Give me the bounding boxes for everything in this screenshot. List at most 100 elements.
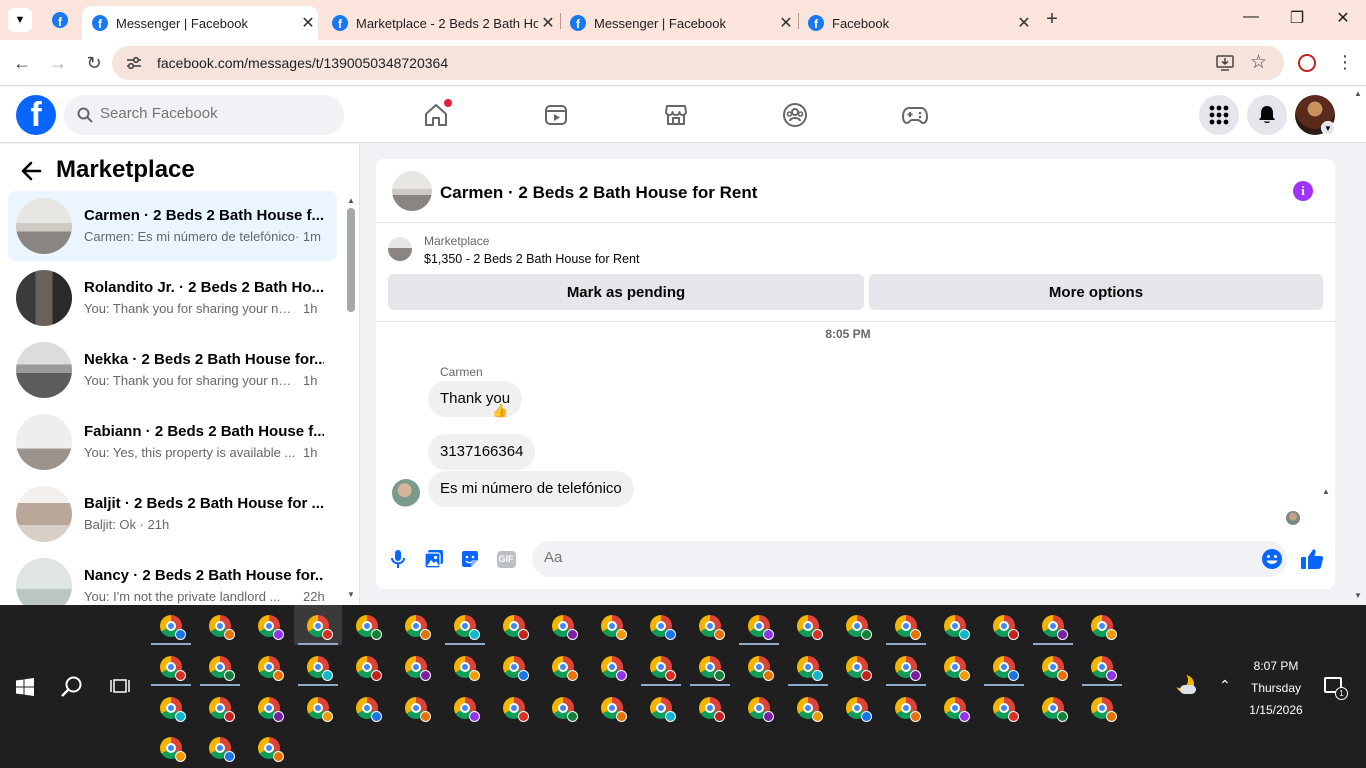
message-bubble[interactable]: 3137166364 [428,434,536,470]
chrome-profile-icon[interactable] [846,615,872,640]
listing-thumbnail[interactable] [388,237,412,261]
tab-messenger-1[interactable]: f Messenger | Facebook ✕ [82,6,318,40]
message-input-box[interactable] [532,541,1287,577]
scroll-up-arrow-icon[interactable]: ▲ [1354,89,1362,98]
conversation-item[interactable]: Rolandito Jr. · 2 Beds 2 Bath Ho... You:… [8,263,337,333]
chrome-profile-icon[interactable] [258,697,284,722]
forward-button[interactable]: → [46,51,70,75]
chrome-profile-icon[interactable] [748,697,774,722]
mark-as-pending-button[interactable]: Mark as pending [388,274,864,310]
nav-groups[interactable] [775,97,815,133]
scroll-up-arrow-icon[interactable]: ▲ [347,196,355,205]
message-bubble[interactable]: Es mi número de telefónico [428,471,634,507]
task-view-icon[interactable] [110,677,130,695]
facebook-logo[interactable]: f [16,95,56,135]
chrome-profile-icon[interactable] [1091,656,1117,681]
chrome-profile-icon[interactable] [258,656,284,681]
chrome-profile-icon[interactable] [307,697,333,722]
listing-title[interactable]: $1,350 - 2 Beds 2 Bath House for Rent [424,252,639,266]
bookmark-star-icon[interactable]: ☆ [1250,51,1267,74]
chrome-profile-icon[interactable] [454,615,480,640]
chrome-profile-icon[interactable] [846,656,872,681]
nav-gaming[interactable] [895,97,935,133]
omnibox[interactable]: facebook.com/messages/t/1390050348720364… [112,46,1284,80]
chrome-profile-icon[interactable] [601,615,627,640]
close-tab-icon[interactable]: ✕ [298,13,318,33]
chrome-profile-icon[interactable] [160,615,186,640]
profile-icon[interactable] [1298,54,1316,72]
conversation-item[interactable]: Nancy · 2 Beds 2 Bath House for... You: … [8,551,337,605]
chrome-profile-icon[interactable] [944,656,970,681]
chrome-profile-icon[interactable] [993,656,1019,681]
nav-home[interactable] [416,97,456,133]
chrome-profile-icon[interactable] [895,615,921,640]
chrome-profile-icon[interactable] [993,615,1019,640]
scrollbar-thumb[interactable] [347,208,355,312]
account-chevron-icon[interactable]: ▼ [1321,121,1335,135]
tab-facebook[interactable]: f Facebook ✕ [798,6,1034,40]
chrome-profile-icon[interactable] [258,737,284,762]
chrome-profile-icon[interactable] [895,656,921,681]
chrome-profile-icon[interactable] [356,615,382,640]
taskbar-clock[interactable]: 8:07 PM Thursday 1/15/2026 [1238,655,1314,721]
conversation-list-scrollbar[interactable]: ▲ ▼ [346,196,356,599]
chrome-profile-icon[interactable] [454,656,480,681]
windows-start-icon[interactable] [16,678,34,696]
conversation-item[interactable]: Baljit · 2 Beds 2 Bath House for ... Bal… [8,479,337,549]
page-scrollbar[interactable]: ▲ ▼ [1352,87,1366,605]
chrome-profile-icon[interactable] [699,615,725,640]
scroll-up-arrow-icon[interactable]: ▲ [1322,487,1330,496]
chrome-profile-icon[interactable] [209,656,235,681]
chrome-profile-icon[interactable] [503,656,529,681]
voice-clip-button[interactable] [386,547,410,571]
chrome-profile-icon[interactable] [356,697,382,722]
chrome-profile-icon[interactable] [405,615,431,640]
close-window-button[interactable]: ✕ [1328,8,1358,32]
chrome-profile-icon[interactable] [650,697,676,722]
chrome-profile-icon[interactable] [209,615,235,640]
sticker-button[interactable] [458,547,482,571]
back-arrow-icon[interactable] [20,161,42,181]
chrome-profile-icon[interactable] [1091,697,1117,722]
chrome-profile-icon[interactable] [503,615,529,640]
back-button[interactable]: ← [10,51,34,75]
chrome-profile-icon[interactable] [650,615,676,640]
sender-avatar[interactable] [392,479,420,507]
attach-photo-button[interactable] [422,547,446,571]
show-hidden-icons-chevron-icon[interactable]: ⌃ [1219,677,1231,694]
chrome-profile-icon[interactable] [797,656,823,681]
scroll-down-arrow-icon[interactable]: ▼ [347,590,355,599]
chrome-profile-icon[interactable] [1042,615,1068,640]
chrome-profile-icon[interactable] [699,697,725,722]
info-icon[interactable]: i [1293,181,1313,201]
chrome-profile-icon[interactable] [944,697,970,722]
chrome-profile-icon[interactable] [307,615,333,640]
chrome-profile-icon[interactable] [405,656,431,681]
chrome-profile-icon[interactable] [160,656,186,681]
chrome-profile-icon[interactable] [797,615,823,640]
taskbar-search-icon[interactable] [60,675,84,699]
close-tab-icon[interactable]: ✕ [538,13,558,33]
chrome-profile-icon[interactable] [748,615,774,640]
chrome-profile-icon[interactable] [454,697,480,722]
notifications-button[interactable] [1247,95,1287,135]
minimize-button[interactable]: — [1236,8,1266,32]
thumbs-up-reaction-icon[interactable]: 👍 [492,403,508,419]
chrome-profile-icon[interactable] [699,656,725,681]
chrome-profile-icon[interactable] [503,697,529,722]
chrome-profile-icon[interactable] [552,615,578,640]
tab-messenger-2[interactable]: f Messenger | Facebook ✕ [560,6,796,40]
gif-button[interactable]: GIF [494,547,518,571]
chrome-profile-icon[interactable] [601,697,627,722]
chrome-profile-icon[interactable] [209,737,235,762]
close-tab-icon[interactable]: ✕ [776,13,796,33]
chrome-profile-icon[interactable] [1042,697,1068,722]
menu-icon[interactable]: ⋮ [1336,52,1354,72]
chrome-profile-icon[interactable] [601,656,627,681]
chrome-profile-icon[interactable] [160,737,186,762]
install-app-icon[interactable] [1216,55,1234,71]
tab-search-dropdown[interactable]: ▼ [8,8,32,32]
chrome-profile-icon[interactable] [258,615,284,640]
nav-video[interactable] [536,97,576,133]
close-tab-icon[interactable]: ✕ [1014,13,1034,33]
